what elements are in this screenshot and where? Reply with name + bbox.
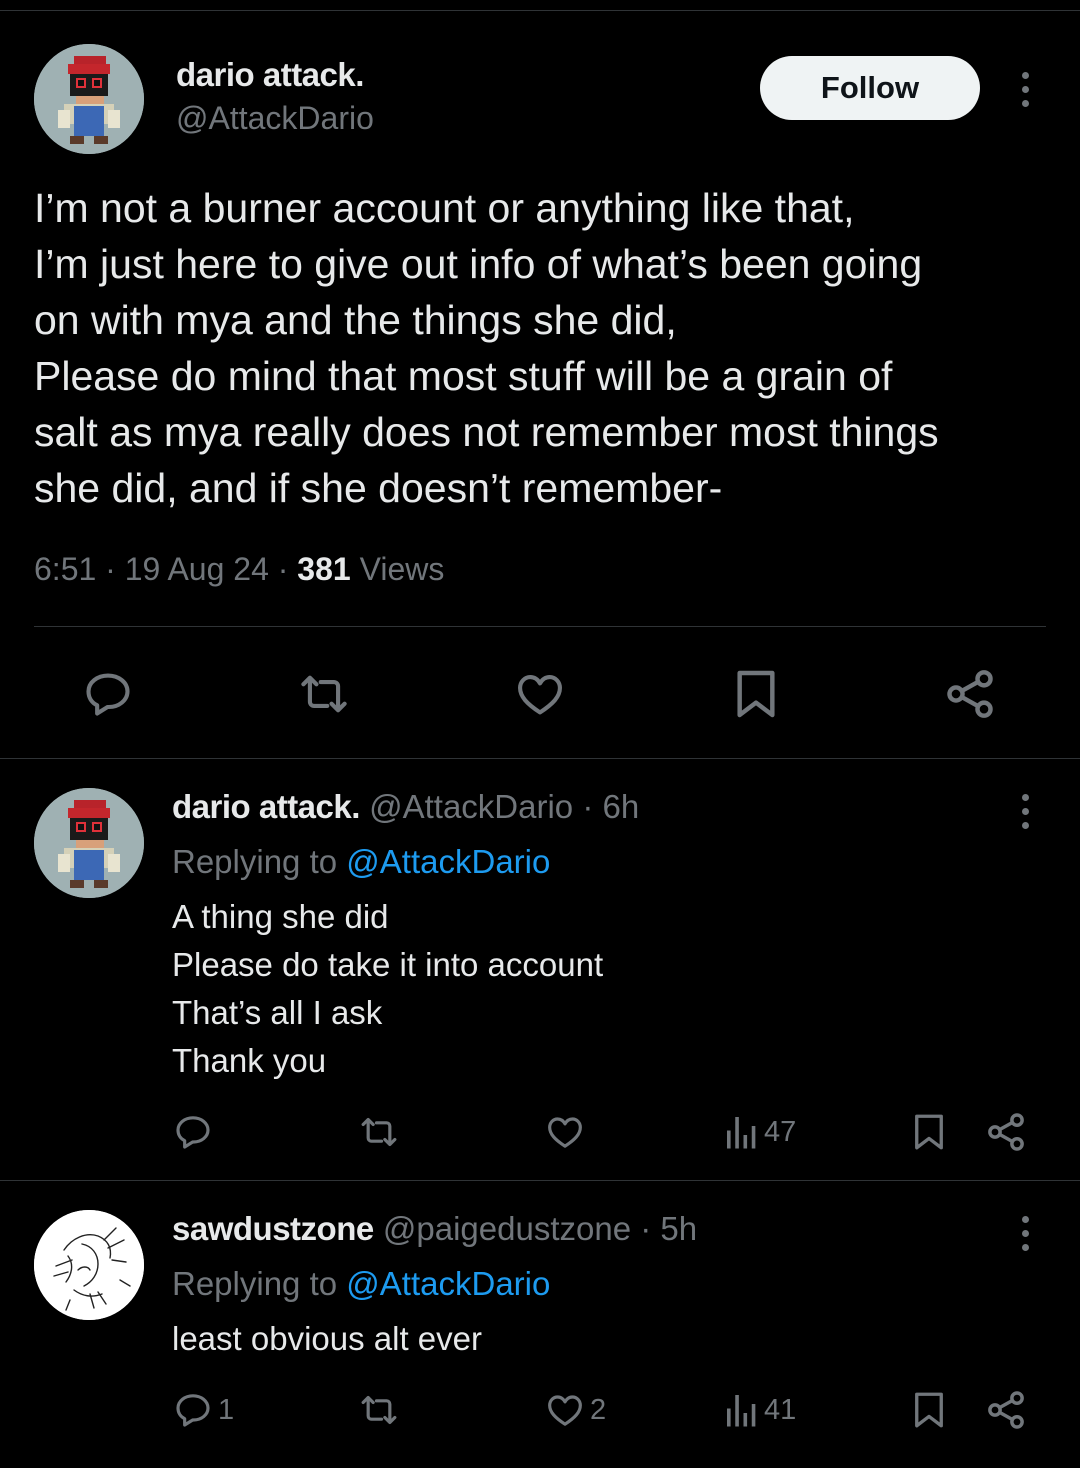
separator: · xyxy=(96,551,125,587)
share-icon xyxy=(947,670,993,718)
tweet-time[interactable]: 6:51 xyxy=(34,551,96,587)
like-button[interactable] xyxy=(512,668,568,720)
repost-icon xyxy=(361,1117,397,1147)
reply-icon xyxy=(176,1394,210,1427)
author-name[interactable]: sawdustzone xyxy=(172,1210,374,1247)
reply-age[interactable]: 5h xyxy=(660,1210,697,1247)
top-divider xyxy=(0,10,1080,11)
divider xyxy=(34,626,1046,627)
bookmark-icon xyxy=(915,1392,943,1428)
avatar[interactable] xyxy=(34,1210,144,1320)
reply-button[interactable] xyxy=(80,668,136,720)
tweet-text-line: salt as mya really does not remember mos… xyxy=(34,409,939,455)
reply-age[interactable]: 6h xyxy=(602,788,639,825)
share-button[interactable] xyxy=(984,1110,1028,1154)
repost-button[interactable] xyxy=(356,1112,402,1152)
reply-icon xyxy=(176,1116,210,1149)
reply-text-line: That’s all I ask xyxy=(172,994,383,1031)
author-handle[interactable]: @AttackDario xyxy=(176,100,374,137)
reply-count: 1 xyxy=(218,1393,235,1426)
bookmark-button[interactable] xyxy=(908,1110,950,1154)
share-icon xyxy=(988,1391,1024,1429)
replying-to: Replying to @AttackDario xyxy=(172,1265,550,1303)
bookmark-button[interactable] xyxy=(728,666,784,722)
views-count[interactable]: 381 xyxy=(297,551,350,587)
reply-header: sawdustzone @paigedustzone · 5h xyxy=(172,1210,698,1247)
views-icon xyxy=(727,1395,756,1427)
tweet-text-line: I’m not a burner account or anything lik… xyxy=(34,185,855,231)
repost-button[interactable] xyxy=(356,1390,402,1430)
author-name[interactable]: dario attack. xyxy=(172,788,360,825)
repost-button[interactable] xyxy=(294,668,354,720)
reply-header: dario attack. @AttackDario · 6h xyxy=(172,788,640,825)
tweet-text-line: I’m just here to give out info of what’s… xyxy=(34,241,923,287)
avatar[interactable] xyxy=(34,44,144,154)
bookmark-button[interactable] xyxy=(908,1388,950,1432)
separator: · xyxy=(268,551,298,587)
views-label: Views xyxy=(359,551,445,587)
reply-text: A thing she did Please do take it into a… xyxy=(172,893,603,1085)
author-name[interactable]: dario attack. xyxy=(176,56,364,94)
tweet-text: I’m not a burner account or anything lik… xyxy=(34,180,1044,516)
tweet-text-line: on with mya and the things she did, xyxy=(34,297,677,343)
reply-text-line: Please do take it into account xyxy=(172,946,604,983)
reply-text-line: least obvious alt ever xyxy=(172,1320,483,1357)
heart-icon xyxy=(548,1117,582,1148)
share-icon xyxy=(988,1113,1024,1151)
views-icon xyxy=(727,1117,756,1149)
author-handle[interactable]: @paigedustzone xyxy=(383,1210,631,1247)
heart-icon xyxy=(548,1395,582,1426)
bookmark-icon xyxy=(915,1114,943,1150)
follow-button[interactable]: Follow xyxy=(760,56,980,120)
more-options-icon[interactable] xyxy=(1019,72,1031,107)
replying-prefix: Replying to xyxy=(172,1265,338,1302)
tweet-text-line: she did, and if she doesn’t remember- xyxy=(34,465,723,511)
divider xyxy=(0,1180,1080,1181)
reply-icon xyxy=(86,673,130,716)
repost-icon xyxy=(361,1395,397,1425)
like-button[interactable]: 2 xyxy=(544,1390,606,1430)
repost-icon xyxy=(301,675,347,713)
view-count: 47 xyxy=(764,1115,797,1148)
reply-button[interactable] xyxy=(172,1112,218,1152)
more-options-icon[interactable] xyxy=(1019,794,1031,829)
reply-text-line: Thank you xyxy=(172,1042,327,1079)
reply-text-line: A thing she did xyxy=(172,898,389,935)
tweet-metadata: 6:51 · 19 Aug 24 · 381 Views xyxy=(34,551,444,588)
replying-prefix: Replying to xyxy=(172,843,338,880)
tweet-date[interactable]: 19 Aug 24 xyxy=(125,551,269,587)
views-button[interactable]: 47 xyxy=(724,1112,796,1152)
divider xyxy=(0,758,1080,759)
reply-button[interactable]: 1 xyxy=(172,1390,234,1430)
author-handle[interactable]: @AttackDario xyxy=(369,788,573,825)
more-options-icon[interactable] xyxy=(1019,1216,1031,1251)
bookmark-icon xyxy=(737,670,775,718)
views-button[interactable]: 41 xyxy=(724,1390,796,1430)
replying-to: Replying to @AttackDario xyxy=(172,843,550,881)
replying-to-link[interactable]: @AttackDario xyxy=(346,1265,550,1302)
reply-text: least obvious alt ever xyxy=(172,1315,482,1363)
avatar[interactable] xyxy=(34,788,144,898)
like-button[interactable] xyxy=(544,1112,590,1152)
replying-to-link[interactable]: @AttackDario xyxy=(346,843,550,880)
heart-icon xyxy=(518,675,562,715)
view-count: 41 xyxy=(764,1393,797,1426)
tweet-text-line: Please do mind that most stuff will be a… xyxy=(34,353,893,399)
share-button[interactable] xyxy=(984,1388,1028,1432)
share-button[interactable] xyxy=(942,666,998,722)
like-count: 2 xyxy=(590,1393,607,1426)
